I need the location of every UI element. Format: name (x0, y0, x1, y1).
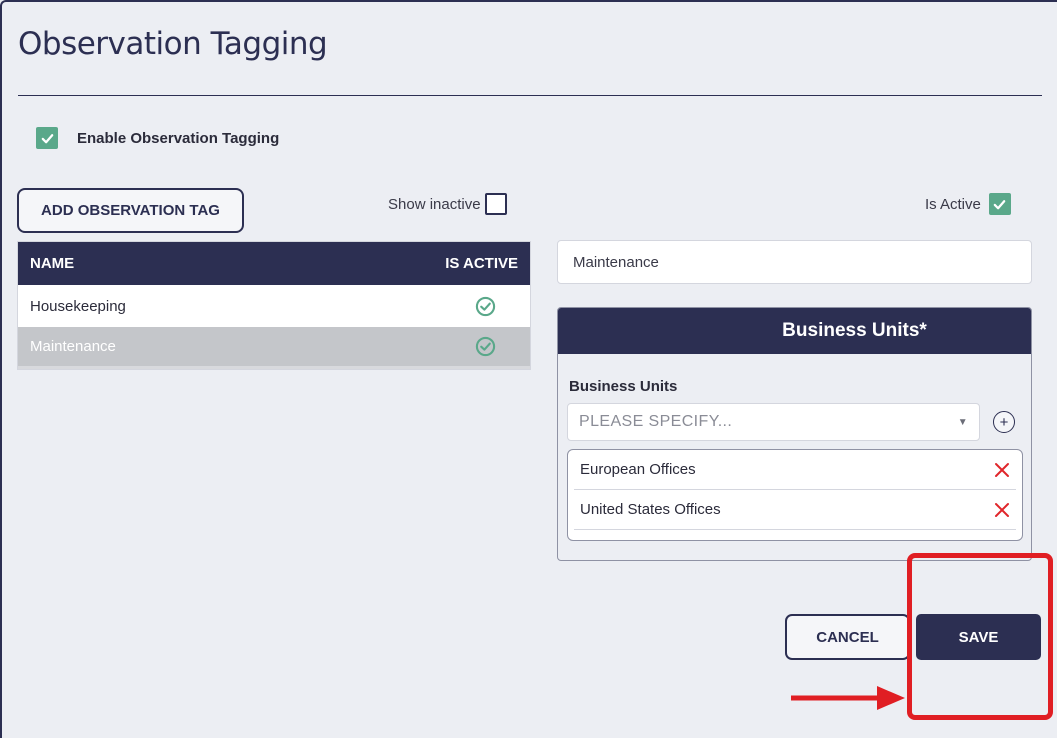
checkmark-icon (994, 199, 1006, 209)
business-unit-label: United States Offices (580, 501, 721, 518)
table-row[interactable]: Housekeeping (18, 285, 530, 327)
observation-tag-table: NAME IS ACTIVE Housekeeping Maintenance (17, 241, 531, 370)
enable-tagging-row: Enable Observation Tagging (36, 127, 279, 149)
table-header: NAME IS ACTIVE (18, 242, 530, 285)
add-observation-tag-button[interactable]: ADD OBSERVATION TAG (17, 188, 244, 233)
tag-active-cell (452, 336, 518, 357)
table-row-selected[interactable]: Maintenance (18, 327, 530, 369)
enable-tagging-label: Enable Observation Tagging (77, 129, 280, 147)
show-inactive-checkbox[interactable] (484, 193, 507, 215)
enable-tagging-checkbox[interactable] (36, 127, 58, 149)
business-units-list: European Offices United States Offices (567, 449, 1023, 541)
check-circle-icon (475, 296, 495, 316)
remove-icon[interactable] (994, 462, 1010, 478)
caret-down-icon: ▼ (957, 416, 968, 428)
business-units-panel: Business Units* Business Units PLEASE SP… (557, 307, 1032, 561)
page-title: Observation Tagging (18, 26, 328, 62)
is-active-checkbox[interactable] (988, 193, 1011, 215)
tag-name-cell: Maintenance (30, 338, 116, 355)
business-units-select[interactable]: PLEASE SPECIFY... ▼ (567, 403, 980, 441)
tag-active-cell (452, 296, 518, 317)
is-active-label: Is Active (925, 195, 981, 213)
business-units-placeholder: PLEASE SPECIFY... (579, 413, 733, 430)
cancel-button[interactable]: CANCEL (785, 614, 910, 660)
show-inactive-toggle: Show inactive (388, 193, 507, 215)
checkmark-icon (41, 133, 53, 143)
save-button[interactable]: SAVE (916, 614, 1041, 660)
add-business-unit-icon[interactable]: + (993, 411, 1015, 433)
business-units-field-label: Business Units (569, 378, 678, 395)
tag-name-input[interactable] (557, 240, 1032, 284)
check-circle-icon (475, 336, 495, 357)
column-header-name[interactable]: NAME (30, 255, 445, 272)
business-unit-label: European Offices (580, 461, 696, 478)
remove-icon[interactable] (994, 502, 1010, 518)
column-header-is-active[interactable]: IS ACTIVE (445, 255, 518, 272)
tag-name-cell: Housekeeping (30, 297, 126, 315)
show-inactive-label: Show inactive (388, 195, 481, 213)
list-item: United States Offices (574, 490, 1016, 530)
title-divider (18, 95, 1042, 96)
is-active-toggle: Is Active (925, 193, 1011, 215)
business-units-panel-title: Business Units* (558, 308, 1031, 354)
list-item: European Offices (574, 450, 1016, 490)
